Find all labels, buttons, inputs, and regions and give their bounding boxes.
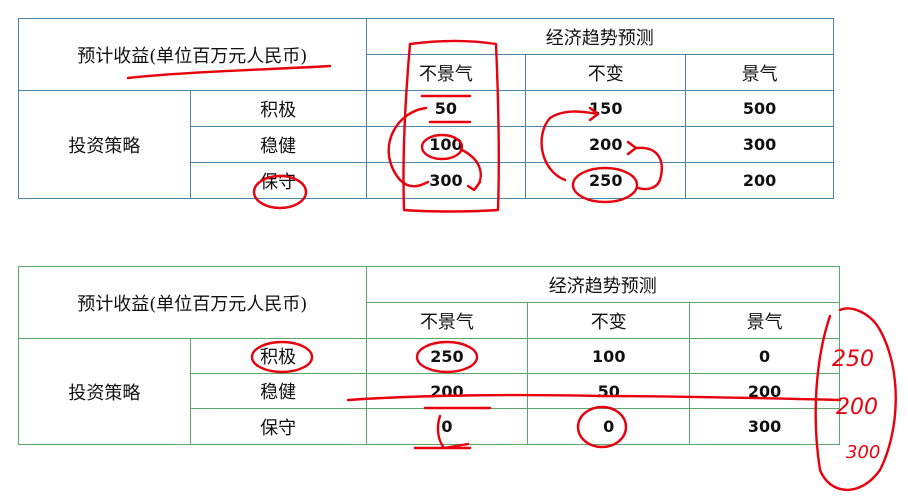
table-cell: 150 <box>525 90 687 127</box>
column-header: 景气 <box>689 302 840 339</box>
table-cell: 300 <box>689 408 840 445</box>
row-group-header: 投资策略 <box>18 90 191 199</box>
table-cell: 200 <box>689 373 840 409</box>
corner-header: 预计收益(单位百万元人民币) <box>18 266 367 339</box>
table-cell: 200 <box>365 373 529 409</box>
row-header: 稳健 <box>189 126 367 163</box>
group-header: 经济趋势预测 <box>365 18 835 55</box>
table-cell: 200 <box>685 162 834 199</box>
table-cell: 250 <box>525 162 687 199</box>
row-group-header: 投资策略 <box>18 338 191 445</box>
table-cell: 300 <box>365 162 527 199</box>
table-cell: 50 <box>365 90 527 127</box>
column-header: 不变 <box>525 54 687 91</box>
corner-header: 预计收益(单位百万元人民币) <box>18 18 367 91</box>
table-cell: 200 <box>525 126 687 163</box>
payoff-table-1: 预计收益(单位百万元人民币) 经济趋势预测 不景气 不变 景气 投资策略 积极 … <box>18 18 835 199</box>
table-cell: 500 <box>685 90 834 127</box>
column-header: 不景气 <box>365 302 529 339</box>
table-cell: 250 <box>365 338 529 374</box>
row-header: 保守 <box>189 162 367 199</box>
margin-note: 300 <box>846 442 880 463</box>
table-cell: 100 <box>365 126 527 163</box>
row-header: 积极 <box>189 338 367 374</box>
table-cell: 50 <box>527 373 691 409</box>
row-header: 保守 <box>189 408 367 445</box>
table-cell: 0 <box>689 338 840 374</box>
table-cell: 0 <box>527 408 691 445</box>
table-cell: 300 <box>685 126 834 163</box>
row-header: 稳健 <box>189 373 367 409</box>
margin-note: 200 <box>836 395 878 420</box>
table-cell: 100 <box>527 338 691 374</box>
table-cell: 0 <box>365 408 529 445</box>
payoff-table-2: 预计收益(单位百万元人民币) 经济趋势预测 不景气 不变 景气 投资策略 积极 … <box>18 266 841 445</box>
column-header: 不变 <box>527 302 691 339</box>
column-header: 景气 <box>685 54 834 91</box>
column-header: 不景气 <box>365 54 527 91</box>
row-header: 积极 <box>189 90 367 127</box>
group-header: 经济趋势预测 <box>365 266 841 303</box>
